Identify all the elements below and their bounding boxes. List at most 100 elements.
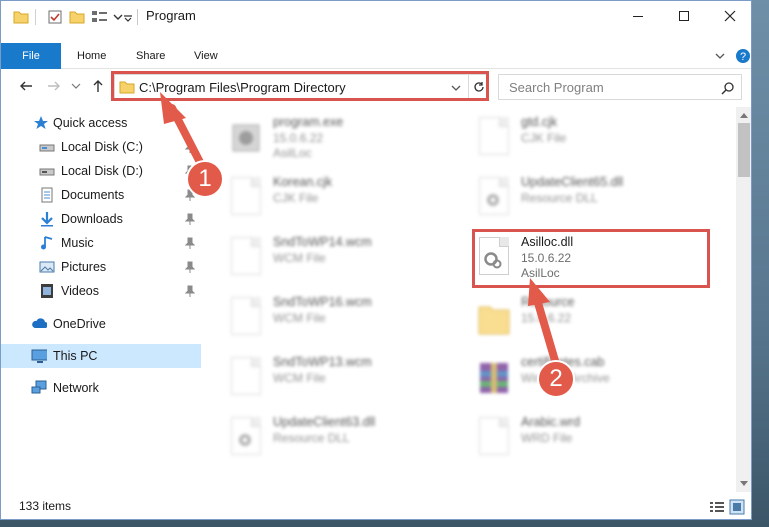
- search-box[interactable]: Search Program: [498, 74, 742, 100]
- file-item[interactable]: SndToWP16.wcm WCM File: [229, 293, 469, 345]
- pin-icon[interactable]: [185, 213, 195, 225]
- sidebar-item-network[interactable]: Network: [1, 376, 201, 400]
- file-meta: Resource DLL: [521, 191, 598, 205]
- sidebar-item-label: This PC: [53, 349, 98, 363]
- file-name: program.exe: [273, 115, 344, 129]
- file-item[interactable]: program.exe 15.0.6.22 AsilLoc: [229, 113, 469, 165]
- file-name: SndToWP16.wcm: [273, 295, 372, 309]
- search-icon[interactable]: [721, 81, 735, 95]
- pin-icon[interactable]: [185, 261, 195, 273]
- dll-file-icon: [477, 177, 511, 219]
- document-file-icon: [229, 237, 263, 279]
- document-file-icon: [477, 117, 511, 159]
- file-meta: WCM File: [273, 251, 326, 265]
- view-options-icon[interactable]: [91, 9, 111, 25]
- tab-home[interactable]: Home: [77, 50, 106, 62]
- arrow-up-icon: [93, 80, 103, 92]
- sidebar-item-music[interactable]: Music: [1, 231, 201, 255]
- tab-share[interactable]: Share: [136, 50, 165, 62]
- navigation-pane: Quick access Local Disk (C:) Local Disk …: [1, 107, 201, 492]
- file-meta: WCM File: [273, 311, 326, 325]
- pin-icon[interactable]: [185, 237, 195, 249]
- large-icons-view-icon[interactable]: [729, 499, 745, 515]
- file-name: Arabic.wrd: [521, 415, 581, 429]
- details-view-icon[interactable]: [709, 500, 725, 514]
- sidebar-item-label: Pictures: [61, 260, 107, 274]
- vertical-scrollbar[interactable]: [736, 107, 751, 492]
- file-item[interactable]: SndToWP14.wcm WCM File: [229, 233, 469, 285]
- exe-file-icon: [229, 117, 263, 159]
- arrow-left-icon: [20, 81, 32, 91]
- pin-icon[interactable]: [185, 285, 195, 297]
- documents-icon: [41, 187, 53, 203]
- sidebar-item-local-disk-c[interactable]: Local Disk (C:): [1, 135, 201, 159]
- sidebar-item-label: Local Disk (C:): [61, 140, 143, 154]
- help-icon[interactable]: ?: [735, 48, 751, 64]
- address-bar-highlight: [111, 71, 489, 101]
- videos-icon: [41, 284, 53, 298]
- sidebar-item-downloads[interactable]: Downloads: [1, 207, 201, 231]
- minimize-icon: [633, 16, 643, 17]
- file-item[interactable]: Resource 15.0.6.22: [477, 293, 717, 345]
- file-item[interactable]: UpdateClient65.dll Resource DLL: [477, 173, 717, 225]
- maximize-button[interactable]: [661, 1, 707, 31]
- sidebar-item-this-pc[interactable]: This PC: [1, 344, 201, 368]
- back-button[interactable]: [17, 77, 35, 95]
- expand-ribbon-icon[interactable]: [715, 51, 725, 61]
- file-meta: WCM File: [273, 371, 326, 385]
- sidebar-item-label: Videos: [61, 284, 99, 298]
- sidebar-item-quick-access[interactable]: Quick access: [1, 111, 201, 135]
- scroll-down-button[interactable]: [736, 476, 751, 492]
- file-item[interactable]: gtd.cjk CJK File: [477, 113, 717, 165]
- pictures-icon: [39, 261, 55, 273]
- file-item[interactable]: Arabic.wrd WRD File: [477, 413, 717, 465]
- scrollbar-thumb[interactable]: [738, 123, 750, 177]
- new-folder-icon[interactable]: [69, 9, 85, 25]
- file-highlight: [472, 229, 710, 288]
- document-file-icon: [229, 297, 263, 339]
- sidebar-item-videos[interactable]: Videos: [1, 279, 201, 303]
- separator: [35, 9, 36, 25]
- sidebar-item-label: Network: [53, 381, 99, 395]
- pin-icon[interactable]: [185, 141, 195, 153]
- sidebar-item-label: Quick access: [53, 116, 128, 130]
- file-meta: WRD File: [521, 431, 573, 445]
- file-name: UpdateClient65.dll: [521, 175, 624, 189]
- sidebar-item-pictures[interactable]: Pictures: [1, 255, 201, 279]
- file-meta: CJK File: [521, 131, 567, 145]
- step-1-badge: 1: [186, 160, 224, 198]
- close-button[interactable]: [707, 1, 751, 31]
- file-meta: AsilLoc: [273, 146, 312, 160]
- scroll-up-button[interactable]: [736, 107, 751, 123]
- sidebar-item-onedrive[interactable]: OneDrive: [1, 312, 201, 336]
- sidebar-item-documents[interactable]: Documents: [1, 183, 201, 207]
- properties-icon[interactable]: [47, 9, 63, 25]
- cloud-icon: [32, 318, 47, 328]
- tab-file[interactable]: File: [1, 43, 61, 69]
- file-item[interactable]: certificates.cab WinRAR Archive: [477, 353, 717, 405]
- item-count: 133 items: [19, 499, 72, 513]
- customize-toolbar-icon[interactable]: [123, 9, 133, 25]
- up-button[interactable]: [89, 77, 107, 95]
- file-item[interactable]: UpdateClient63.dll Resource DLL: [229, 413, 469, 465]
- file-item[interactable]: SndToWP13.wcm WCM File: [229, 353, 469, 405]
- drive-icon: [39, 144, 55, 152]
- forward-button[interactable]: [45, 77, 63, 95]
- dll-file-icon: [229, 417, 263, 459]
- music-icon: [41, 236, 53, 250]
- file-item[interactable]: Korean.cjk CJK File: [229, 173, 469, 225]
- file-name: gtd.cjk: [521, 115, 558, 129]
- chevron-up-icon: [740, 113, 748, 118]
- sidebar-item-label: Local Disk (D:): [61, 164, 143, 178]
- chevron-down-icon[interactable]: [113, 9, 123, 25]
- star-icon: [34, 116, 48, 129]
- minimize-button[interactable]: [615, 1, 661, 31]
- step-2-badge: 2: [537, 360, 575, 398]
- close-icon: [724, 10, 736, 22]
- title-separator: [137, 9, 138, 25]
- recent-locations-button[interactable]: [67, 77, 85, 95]
- sidebar-item-local-disk-d[interactable]: Local Disk (D:): [1, 159, 201, 183]
- search-input[interactable]: Search Program: [509, 80, 604, 95]
- tab-view[interactable]: View: [194, 50, 218, 62]
- folder-icon[interactable]: [13, 9, 29, 25]
